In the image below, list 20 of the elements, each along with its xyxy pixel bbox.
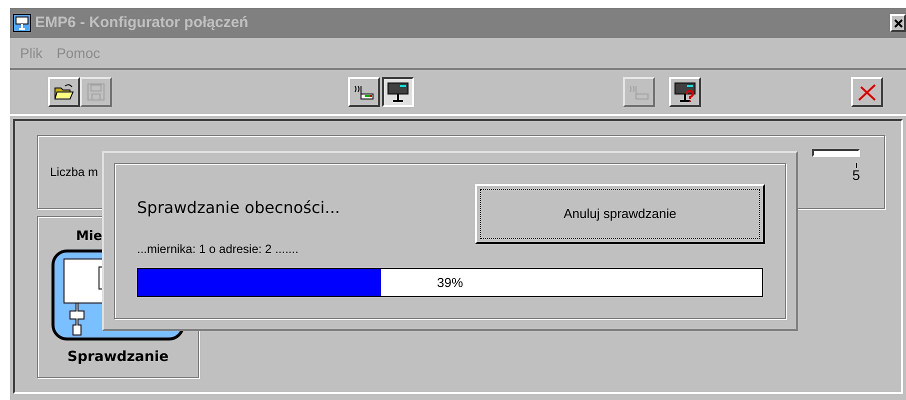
display-question-icon <box>674 82 696 102</box>
signal-device-icon <box>353 83 375 101</box>
cancel-button[interactable]: Anuluj sprawdzanie <box>475 184 765 244</box>
scale-label: 5 <box>852 168 860 182</box>
status-text: ...miernika: 1 o adresie: 2 ....... <box>137 241 300 258</box>
meter-caption: Sprawdzanie <box>67 348 169 366</box>
cross-icon <box>857 82 877 102</box>
count-label: Liczba m <box>50 164 100 181</box>
close-icon <box>894 18 902 28</box>
progress-label: 39% <box>436 274 464 292</box>
signal-device-icon <box>628 83 650 101</box>
toolbar-button[interactable] <box>382 77 414 107</box>
folder-icon <box>54 83 74 101</box>
meter-title: Mie <box>76 228 102 246</box>
window-title: EMP6 - Konfigurator połączeń <box>35 12 250 33</box>
dialog-title: Sprawdzanie obecności... <box>137 197 342 219</box>
slider-track[interactable] <box>812 148 860 156</box>
close-button[interactable] <box>890 14 906 32</box>
display-board-icon <box>387 82 409 102</box>
app-logo-icon <box>13 14 31 32</box>
